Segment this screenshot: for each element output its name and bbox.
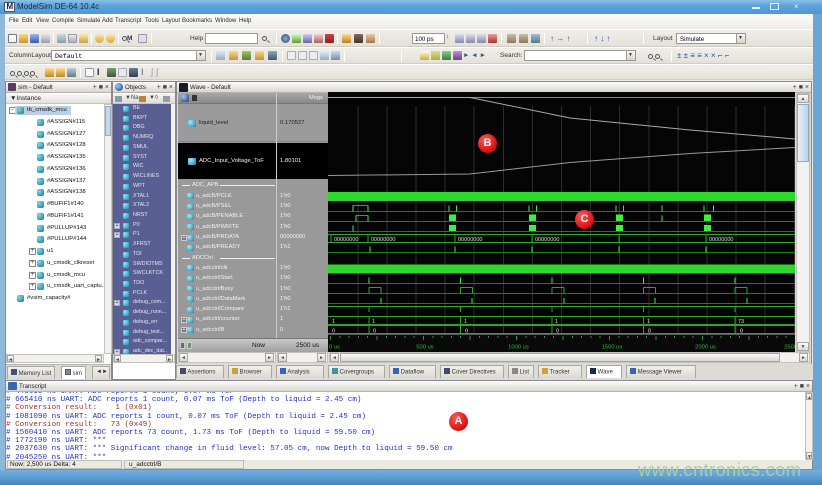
svg-text:1500 us: 1500 us (602, 345, 623, 351)
svg-text:0: 0 (332, 328, 335, 334)
svg-text:00000000: 00000000 (458, 237, 482, 243)
svg-text:1: 1 (332, 319, 335, 325)
svg-text:0: 0 (373, 328, 376, 334)
svg-text:0: 0 (740, 328, 743, 334)
svg-text:00000000: 00000000 (334, 237, 358, 243)
svg-text:2000 us: 2000 us (695, 345, 716, 351)
svg-text:0 us: 0 us (329, 345, 340, 351)
svg-text:1000 us: 1000 us (508, 345, 529, 351)
svg-text:0: 0 (648, 328, 651, 334)
svg-text:1: 1 (464, 319, 467, 325)
svg-text:1: 1 (647, 319, 650, 325)
svg-text:0: 0 (465, 328, 468, 334)
svg-text:00000000: 00000000 (709, 237, 733, 243)
svg-text:500 us: 500 us (416, 345, 434, 351)
svg-text:1: 1 (555, 319, 558, 325)
svg-text:1: 1 (372, 319, 375, 325)
svg-text:00000000: 00000000 (371, 237, 395, 243)
svg-text:00000000: 00000000 (535, 237, 559, 243)
svg-text:73: 73 (738, 319, 744, 325)
svg-text:0: 0 (556, 328, 559, 334)
svg-text:2500 u: 2500 u (784, 345, 795, 351)
